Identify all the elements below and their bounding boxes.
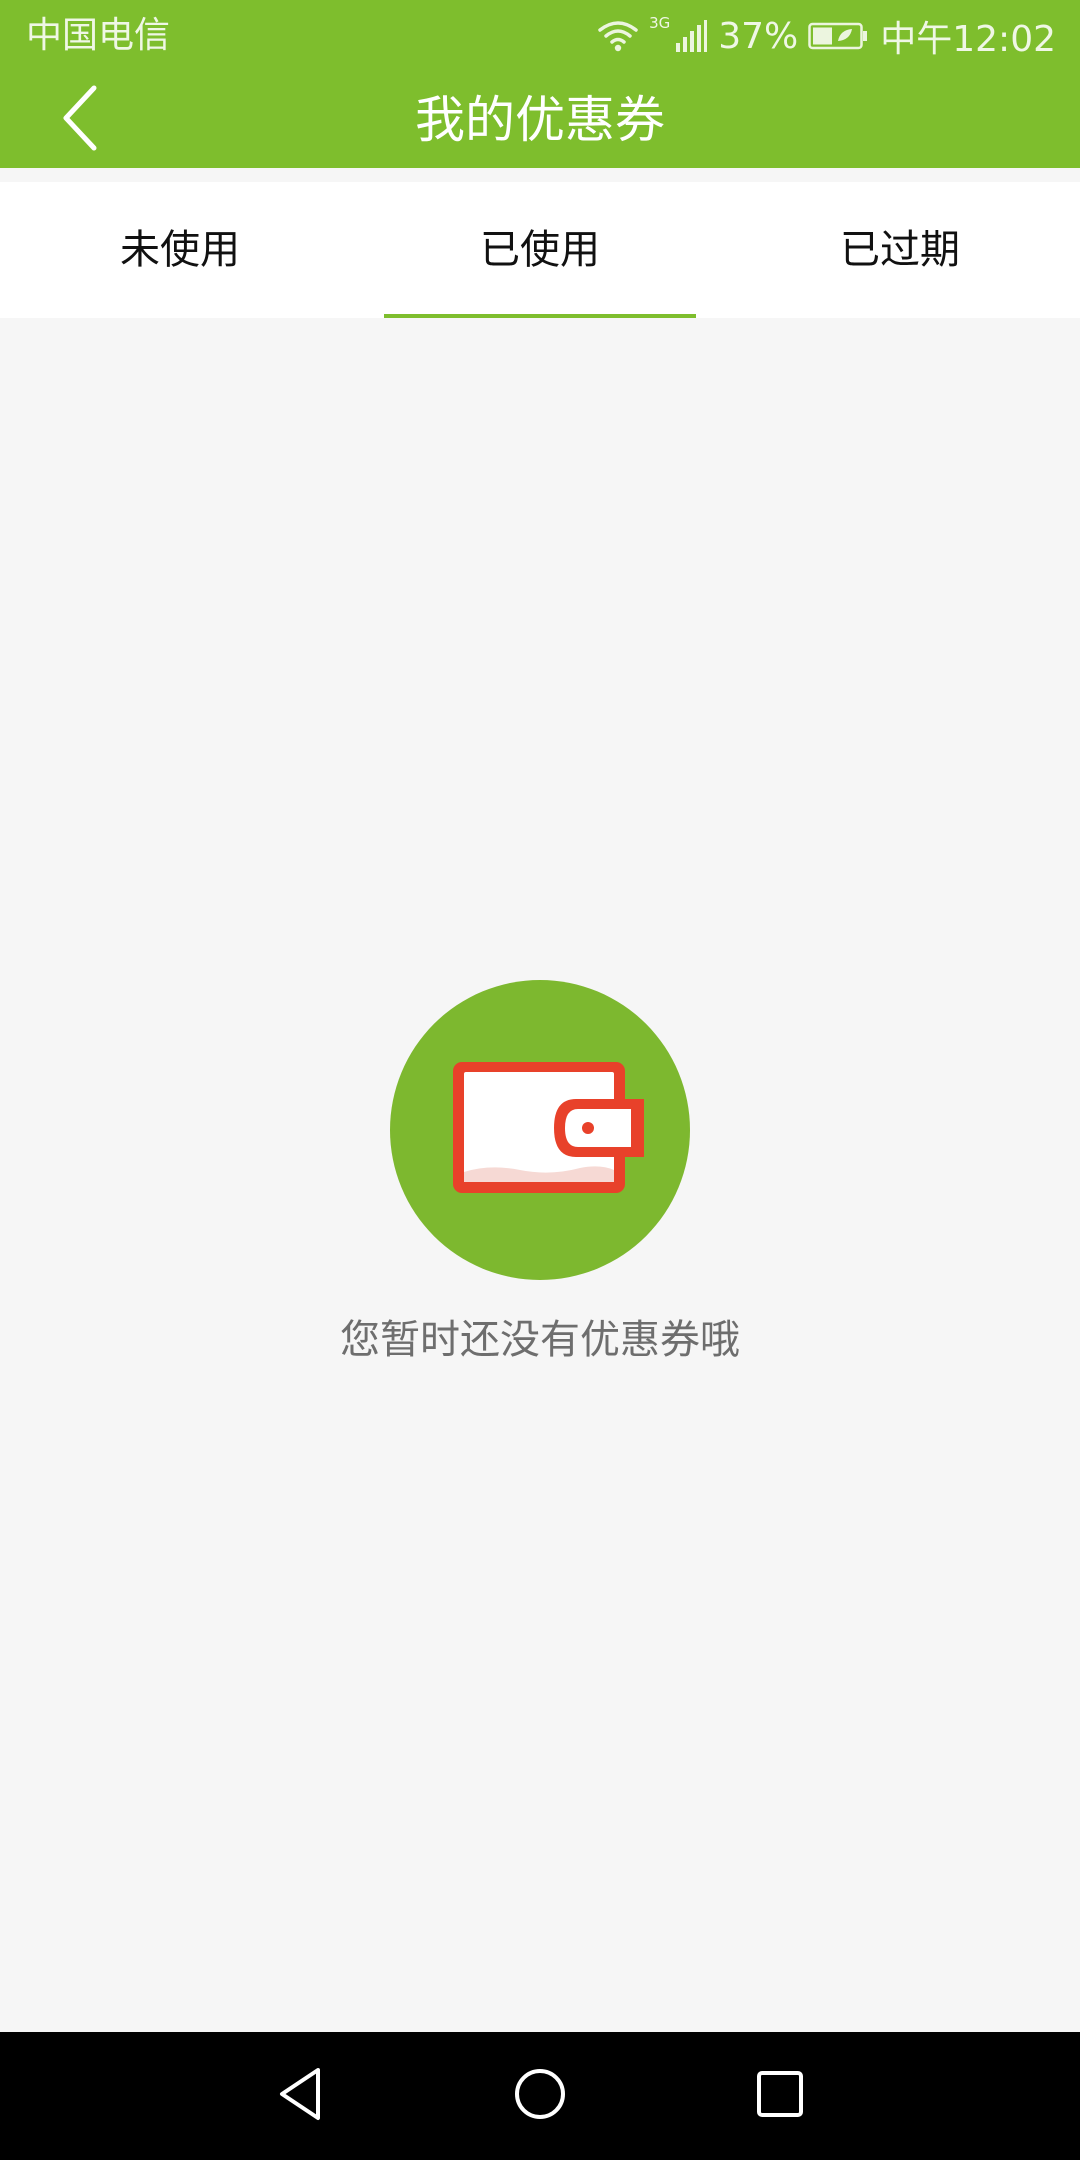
title-bar: 我的优惠券	[0, 72, 1080, 168]
tab-unused[interactable]: 未使用	[0, 182, 360, 318]
carrier-name: 中国电信	[26, 15, 171, 56]
tab-used[interactable]: 已使用	[360, 182, 720, 318]
battery-percent: 37%	[718, 15, 799, 57]
tab-expired[interactable]: 已过期	[720, 182, 1080, 318]
active-tab-indicator	[384, 314, 696, 318]
empty-state-illustration	[390, 980, 690, 1280]
nav-home-button[interactable]	[480, 2032, 600, 2160]
clock: 中午12:02	[880, 19, 1056, 60]
nav-back-button[interactable]	[240, 2032, 360, 2160]
signal-icon	[674, 19, 708, 53]
home-circle-icon	[512, 2066, 568, 2126]
wifi-icon	[597, 19, 639, 53]
network-type-label: 3G	[649, 14, 671, 32]
recent-apps-square-icon	[755, 2069, 805, 2123]
status-indicators: 3G 37% 中午12:02	[597, 14, 1056, 60]
battery-icon	[808, 21, 870, 51]
page-title: 我的优惠券	[415, 91, 665, 149]
back-triangle-icon	[276, 2066, 324, 2126]
app-header: 中国电信 3G 37% 中午12:02 我的优惠券	[0, 0, 1080, 168]
status-bar: 中国电信 3G 37% 中午12:02	[0, 0, 1080, 72]
empty-state-message: 您暂时还没有优惠券哦	[340, 1317, 740, 1363]
system-nav-bar	[0, 2032, 1080, 2160]
nav-recent-apps-button[interactable]	[720, 2032, 840, 2160]
coupon-tabs: 未使用 已使用 已过期	[0, 182, 1080, 318]
